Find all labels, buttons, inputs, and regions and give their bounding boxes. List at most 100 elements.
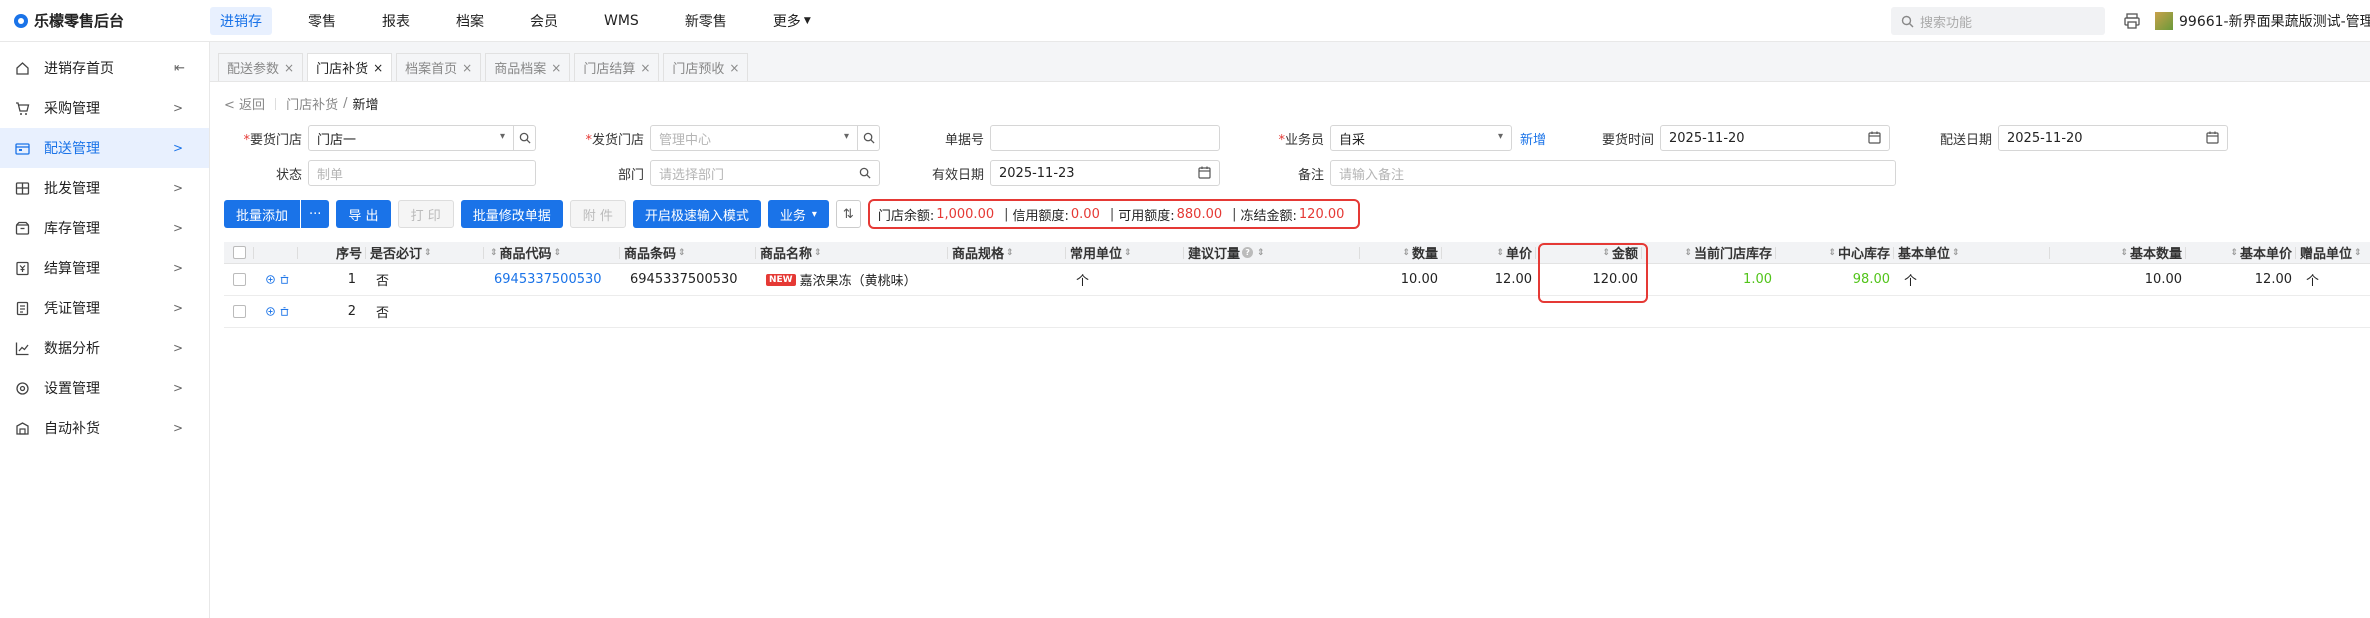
- product-code-link[interactable]: 6945337500530: [494, 272, 602, 287]
- sidebar-item-voucher[interactable]: 凭证管理 >: [0, 288, 209, 328]
- tab-store-prepayment[interactable]: 门店预收 ×: [663, 53, 749, 81]
- sidebar-item-auto-restock[interactable]: 自动补货 >: [0, 408, 209, 448]
- printer-icon[interactable]: [2123, 12, 2141, 30]
- sidebar-item-settings[interactable]: 设置管理 >: [0, 368, 209, 408]
- batch-add-button[interactable]: 批量添加: [224, 200, 301, 228]
- batch-add-more-button[interactable]: ···: [301, 200, 330, 228]
- sidebar-item-inventory[interactable]: 库存管理 >: [0, 208, 209, 248]
- col-price[interactable]: ⇕ 单价: [1442, 242, 1536, 263]
- ship-store-search-button[interactable]: [858, 125, 880, 151]
- dept-label: 部门: [617, 167, 644, 183]
- close-icon[interactable]: ×: [462, 61, 472, 75]
- cell-qty[interactable]: 10.00: [1360, 264, 1442, 295]
- order-no-input[interactable]: [990, 125, 1220, 151]
- close-icon[interactable]: ×: [551, 61, 561, 75]
- close-icon[interactable]: ×: [640, 61, 650, 75]
- ship-store-select[interactable]: 管理中心 ▾: [650, 125, 858, 151]
- tab-store-replenish[interactable]: 门店补货 ×: [307, 53, 393, 81]
- col-base-unit[interactable]: 基本单位 ⇕: [1894, 242, 2050, 263]
- sidebar-item-analytics[interactable]: 数据分析 >: [0, 328, 209, 368]
- col-qty[interactable]: ⇕ 数量: [1360, 242, 1442, 263]
- topnav-item-wms[interactable]: WMS: [594, 9, 649, 33]
- back-link[interactable]: < 返回: [224, 94, 265, 113]
- cell-price[interactable]: 12.00: [1442, 264, 1536, 295]
- row-checkbox[interactable]: [232, 273, 246, 286]
- req-store-select[interactable]: 门店一 ▾: [308, 125, 514, 151]
- top-nav: 进销存 零售 报表 档案 会员 WMS 新零售 更多 ▼: [210, 0, 847, 42]
- cell-must-order[interactable]: 否: [366, 296, 484, 327]
- col-product-name[interactable]: 商品名称 ⇕: [756, 242, 948, 263]
- sidebar-item-home[interactable]: 进销存首页 ⇤: [0, 48, 209, 88]
- col-gift-unit[interactable]: 赠品单位 ⇕: [2296, 242, 2370, 263]
- col-suggested-qty[interactable]: 建议订量? ⇕: [1184, 242, 1360, 263]
- topnav-item-inventory[interactable]: 进销存: [210, 6, 272, 35]
- add-row-icon[interactable]: [266, 273, 275, 286]
- chevron-left-icon: <: [224, 98, 235, 113]
- topnav-item-members[interactable]: 会员: [520, 7, 568, 35]
- salesman-select[interactable]: 自采 ▾: [1330, 125, 1512, 151]
- tab-archive-home[interactable]: 档案首页 ×: [396, 53, 482, 81]
- settings-icon: [14, 380, 30, 396]
- col-barcode[interactable]: 商品条码 ⇕: [620, 242, 756, 263]
- col-spec[interactable]: 商品规格 ⇕: [948, 242, 1066, 263]
- col-product-code[interactable]: ⇕ 商品代码 ⇕: [484, 242, 620, 263]
- topnav-item-retail[interactable]: 零售: [298, 7, 346, 35]
- cell-must-order[interactable]: 否: [366, 264, 484, 295]
- sidebar-item-distribution[interactable]: 配送管理 >: [0, 128, 209, 168]
- fast-input-mode-button[interactable]: 开启极速输入模式: [632, 200, 761, 228]
- col-center-stock[interactable]: ⇕ 中心库存: [1776, 242, 1894, 263]
- business-dropdown-button[interactable]: 业务 ▾: [767, 200, 829, 228]
- col-unit[interactable]: 常用单位 ⇕: [1066, 242, 1184, 263]
- remark-input[interactable]: 请输入备注: [1330, 160, 1896, 186]
- cell-gift-unit[interactable]: 个: [2296, 264, 2370, 295]
- add-row-icon[interactable]: [266, 305, 275, 318]
- cell-seq: 1: [347, 272, 356, 287]
- top-bar: 乐檬零售后台 进销存 零售 报表 档案 会员 WMS 新零售 更多 ▼ 搜索功能…: [0, 0, 2370, 42]
- delete-row-icon[interactable]: [280, 305, 289, 318]
- topnav-item-reports[interactable]: 报表: [372, 7, 420, 35]
- row-checkbox[interactable]: [232, 305, 246, 318]
- collapse-sidebar-icon[interactable]: ⇤: [174, 61, 185, 76]
- col-store-stock[interactable]: ⇕ 当前门店库存: [1642, 242, 1776, 263]
- sidebar-item-settlement[interactable]: 结算管理 >: [0, 248, 209, 288]
- sidebar-item-purchase[interactable]: 采购管理 >: [0, 88, 209, 128]
- table-row[interactable]: 1 否 6945337500530 6945337500530 NEW 嘉浓果冻（…: [224, 264, 2370, 296]
- col-base-price[interactable]: ⇕ 基本单价: [2186, 242, 2296, 263]
- tab-distribution-params[interactable]: 配送参数 ×: [218, 53, 304, 81]
- close-icon[interactable]: ×: [284, 61, 294, 75]
- select-all-checkbox[interactable]: [232, 246, 246, 259]
- add-salesman-link[interactable]: 新增: [1520, 129, 1546, 148]
- user-menu[interactable]: 99661-新界面果蔬版测试-管理: [2155, 11, 2370, 31]
- sort-toggle-button[interactable]: ⇅: [835, 200, 861, 228]
- col-base-qty[interactable]: ⇕ 基本数量: [2050, 242, 2186, 263]
- tab-store-settlement[interactable]: 门店结算 ×: [574, 53, 660, 81]
- app-logo[interactable]: 乐檬零售后台: [0, 10, 210, 31]
- req-time-date-picker[interactable]: 2025-11-20: [1660, 125, 1890, 151]
- dept-select[interactable]: 请选择部门: [650, 160, 880, 186]
- table-row[interactable]: 2 否: [224, 296, 2370, 328]
- chevron-down-icon: ▾: [811, 208, 817, 220]
- function-search-input[interactable]: 搜索功能: [1891, 7, 2105, 35]
- tab-product-archive[interactable]: 商品档案 ×: [485, 53, 571, 81]
- print-button[interactable]: 打 印: [397, 200, 454, 228]
- breadcrumb-parent[interactable]: 门店补货: [286, 94, 338, 113]
- attachment-button[interactable]: 附 件: [569, 200, 626, 228]
- topnav-item-new-retail[interactable]: 新零售: [675, 7, 737, 35]
- export-button[interactable]: 导 出: [336, 200, 391, 228]
- topnav-item-archives[interactable]: 档案: [446, 7, 494, 35]
- help-icon[interactable]: ?: [1242, 247, 1254, 258]
- cell-unit[interactable]: 个: [1066, 264, 1184, 295]
- sidebar-item-wholesale[interactable]: 批发管理 >: [0, 168, 209, 208]
- col-must-order[interactable]: 是否必订 ⇕: [366, 242, 484, 263]
- chevron-right-icon: >: [172, 101, 183, 115]
- ship-date-date-picker[interactable]: 2025-11-20: [1998, 125, 2228, 151]
- sort-icon: ⇅: [842, 206, 854, 222]
- close-icon[interactable]: ×: [373, 61, 383, 75]
- batch-edit-button[interactable]: 批量修改单据: [460, 200, 563, 228]
- req-store-search-button[interactable]: [514, 125, 536, 151]
- valid-date-date-picker[interactable]: 2025-11-23: [990, 160, 1220, 186]
- topnav-item-more[interactable]: 更多 ▼: [763, 7, 821, 35]
- close-icon[interactable]: ×: [729, 61, 739, 75]
- auto-restock-icon: [14, 420, 30, 436]
- delete-row-icon[interactable]: [280, 273, 289, 286]
